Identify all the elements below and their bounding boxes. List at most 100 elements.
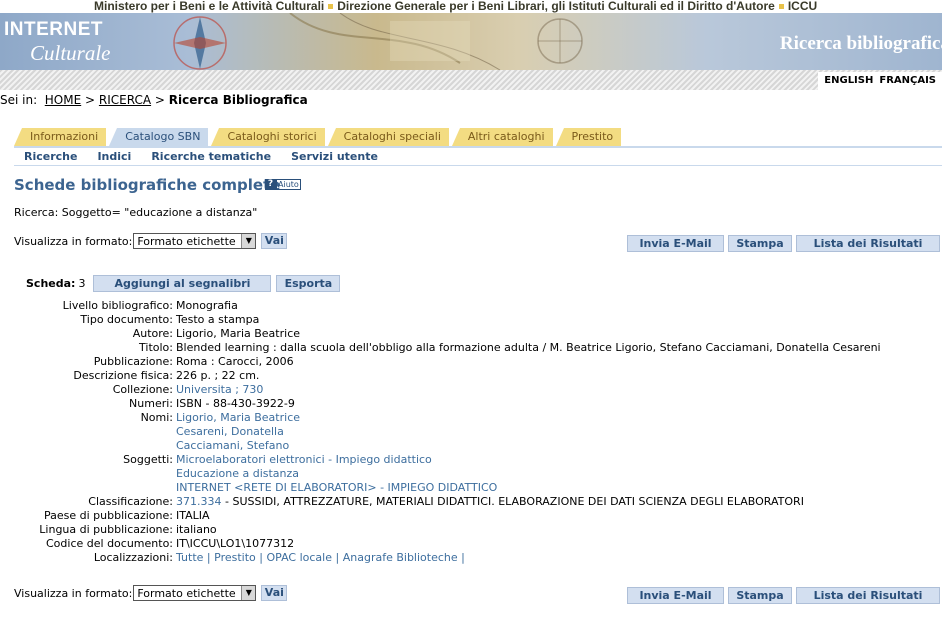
subject-link[interactable]: INTERNET <RETE DI ELABORATORI> - IMPIEGO…: [176, 481, 497, 495]
print-button[interactable]: Stampa: [728, 587, 792, 604]
name-link[interactable]: Cesareni, Donatella: [176, 425, 284, 439]
field-label: Tipo documento:: [80, 313, 173, 326]
breadcrumb-prefix: Sei in:: [0, 93, 38, 107]
subnav-ricerche[interactable]: Ricerche: [24, 148, 77, 165]
vai-button[interactable]: Vai: [261, 233, 288, 249]
vai-button[interactable]: Vai: [261, 585, 288, 601]
record-row: INTERNET <RETE DI ELABORATORI> - IMPIEGO…: [0, 481, 881, 495]
name-link[interactable]: Ligorio, Maria Beatrice: [176, 411, 300, 425]
classification-link[interactable]: 371.334: [176, 495, 222, 509]
breadcrumb-ricerca-link[interactable]: RICERCA: [99, 93, 151, 107]
tab-altri-cataloghi[interactable]: Altri cataloghi: [451, 128, 553, 146]
send-email-button[interactable]: Invia E-Mail: [627, 587, 724, 604]
format-row-top: Visualizza in formato: Formato etichette…: [14, 232, 288, 250]
subnav-ricerche-tematiche[interactable]: Ricerche tematiche: [151, 148, 271, 165]
tab-cataloghi-storici[interactable]: Cataloghi storici: [211, 128, 325, 146]
record-row: Collezione: Universita ; 730: [0, 383, 881, 397]
field-label: Titolo:: [139, 341, 173, 354]
breadcrumb-separator: >: [85, 93, 96, 107]
record-row: Educazione a distanza: [0, 467, 881, 481]
format-label: Visualizza in formato:: [14, 586, 133, 600]
record-header: Scheda: 3 Aggiungi al segnalibri Esporta: [26, 274, 341, 292]
logo-culturale: Culturale: [30, 41, 111, 65]
subject-link[interactable]: Educazione a distanza: [176, 467, 299, 481]
format-select[interactable]: Formato etichette ▼: [133, 585, 257, 601]
loc-separator: |: [259, 551, 263, 564]
loc-opac-link[interactable]: OPAC locale: [267, 551, 333, 565]
field-label: Lingua di pubblicazione:: [39, 523, 173, 536]
record-row: Autore: Ligorio, Maria Beatrice: [0, 327, 881, 341]
dropdown-arrow-icon: ▼: [241, 234, 256, 248]
collezione-link[interactable]: Universita ; 730: [176, 383, 263, 397]
breadcrumb: Sei in: HOME > RICERCA > Ricerca Bibliog…: [0, 93, 308, 107]
field-value: 226 p. ; 22 cm.: [176, 369, 260, 382]
record-row: Codice del documento: IT\ICCU\LO1\1077312: [0, 537, 881, 551]
field-value: Ligorio, Maria Beatrice: [176, 327, 301, 340]
loc-separator: |: [461, 551, 465, 564]
results-list-button[interactable]: Lista dei Risultati: [796, 587, 940, 604]
loc-all-link[interactable]: Tutte: [176, 551, 203, 565]
field-value: Blended learning : dalla scuola dell'obb…: [176, 341, 881, 354]
search-query: Ricerca: Soggetto= "educazione a distanz…: [14, 206, 258, 219]
format-selected: Formato etichette: [137, 234, 236, 248]
record-row: Tipo documento: Testo a stampa: [0, 313, 881, 327]
iccu-name: ICCU: [787, 0, 818, 13]
lang-english-link[interactable]: ENGLISH: [824, 75, 873, 86]
field-label: Soggetti:: [123, 453, 173, 466]
help-link[interactable]: ? Aiuto: [265, 179, 301, 190]
dropdown-arrow-icon: ▼: [241, 586, 256, 600]
record-row: Titolo: Blended learning : dalla scuola d…: [0, 341, 881, 355]
tab-catalogo-sbn[interactable]: Catalogo SBN: [109, 128, 209, 146]
decorative-stripe: [0, 70, 942, 90]
tab-informazioni[interactable]: Informazioni: [14, 128, 107, 146]
main-tabs: Informazioni Catalogo SBN Cataloghi stor…: [14, 128, 624, 146]
record-row: Cesareni, Donatella: [0, 425, 881, 439]
record-row: Cacciamani, Stefano: [0, 439, 881, 453]
separator-dot-icon: [328, 3, 334, 9]
action-buttons-top: Invia E-Mail Stampa Lista dei Risultati: [627, 235, 942, 253]
field-value: IT\ICCU\LO1\1077312: [176, 537, 295, 550]
loc-separator: |: [335, 551, 340, 564]
print-button[interactable]: Stampa: [728, 235, 792, 252]
action-buttons-bottom: Invia E-Mail Stampa Lista dei Risultati: [627, 587, 942, 605]
separator-dot-icon: [778, 3, 784, 9]
help-icon: ?: [265, 179, 276, 190]
loc-anagrafe-link[interactable]: Anagrafe Biblioteche: [343, 551, 458, 565]
tab-prestito[interactable]: Prestito: [555, 128, 622, 146]
field-label: Pubblicazione:: [93, 355, 173, 368]
record-row: Descrizione fisica: 226 p. ; 22 cm.: [0, 369, 881, 383]
page-title: Schede bibliografiche complete: [14, 176, 281, 194]
send-email-button[interactable]: Invia E-Mail: [627, 235, 724, 252]
format-selected: Formato etichette: [137, 586, 236, 600]
name-link[interactable]: Cacciamani, Stefano: [176, 439, 289, 453]
subnav-servizi-utente[interactable]: Servizi utente: [291, 148, 378, 165]
breadcrumb-home-link[interactable]: HOME: [45, 93, 81, 107]
field-label: Livello bibliografico:: [62, 299, 173, 312]
record-row: Paese di pubblicazione: ITALIA: [0, 509, 881, 523]
results-list-button[interactable]: Lista dei Risultati: [796, 235, 940, 252]
banner-title: Ricerca bibliografica: [779, 33, 942, 54]
field-label: Nomi:: [140, 411, 173, 424]
subnav-indici[interactable]: Indici: [97, 148, 131, 165]
add-bookmark-button[interactable]: Aggiungi al segnalibri: [93, 274, 272, 292]
tab-cataloghi-speciali[interactable]: Cataloghi speciali: [327, 128, 449, 146]
record-row: Nomi: Ligorio, Maria Beatrice: [0, 411, 881, 425]
export-button[interactable]: Esporta: [276, 274, 341, 292]
subject-link[interactable]: Microelaboratori elettronici - Impiego d…: [176, 453, 432, 467]
ministry-name: Ministero per i Beni e le Attività Cultu…: [94, 0, 325, 13]
directorate-name: Direzione Generale per i Beni Librari, g…: [337, 0, 775, 13]
field-value: ISBN - 88-430-3922-9: [176, 397, 295, 410]
record-row: Lingua di pubblicazione: italiano: [0, 523, 881, 537]
loc-separator: |: [206, 551, 211, 564]
format-select[interactable]: Formato etichette ▼: [133, 233, 257, 249]
record-number: 3: [78, 276, 86, 290]
field-value: Testo a stampa: [176, 313, 260, 326]
bibliographic-record: Livello bibliografico: Monografia Tipo do…: [0, 299, 881, 565]
record-row: Classificazione: 371.334 - SUSSIDI, ATTRE…: [0, 495, 881, 509]
loc-prestito-link[interactable]: Prestito: [214, 551, 256, 565]
field-label: Localizzazioni:: [93, 551, 173, 564]
record-row: Pubblicazione: Roma : Carocci, 2006: [0, 355, 881, 369]
record-label: Scheda:: [26, 276, 76, 290]
site-banner: INTERNET Culturale Ricerca bibliografica: [0, 13, 942, 70]
lang-french-link[interactable]: FRANÇAIS: [879, 75, 936, 86]
